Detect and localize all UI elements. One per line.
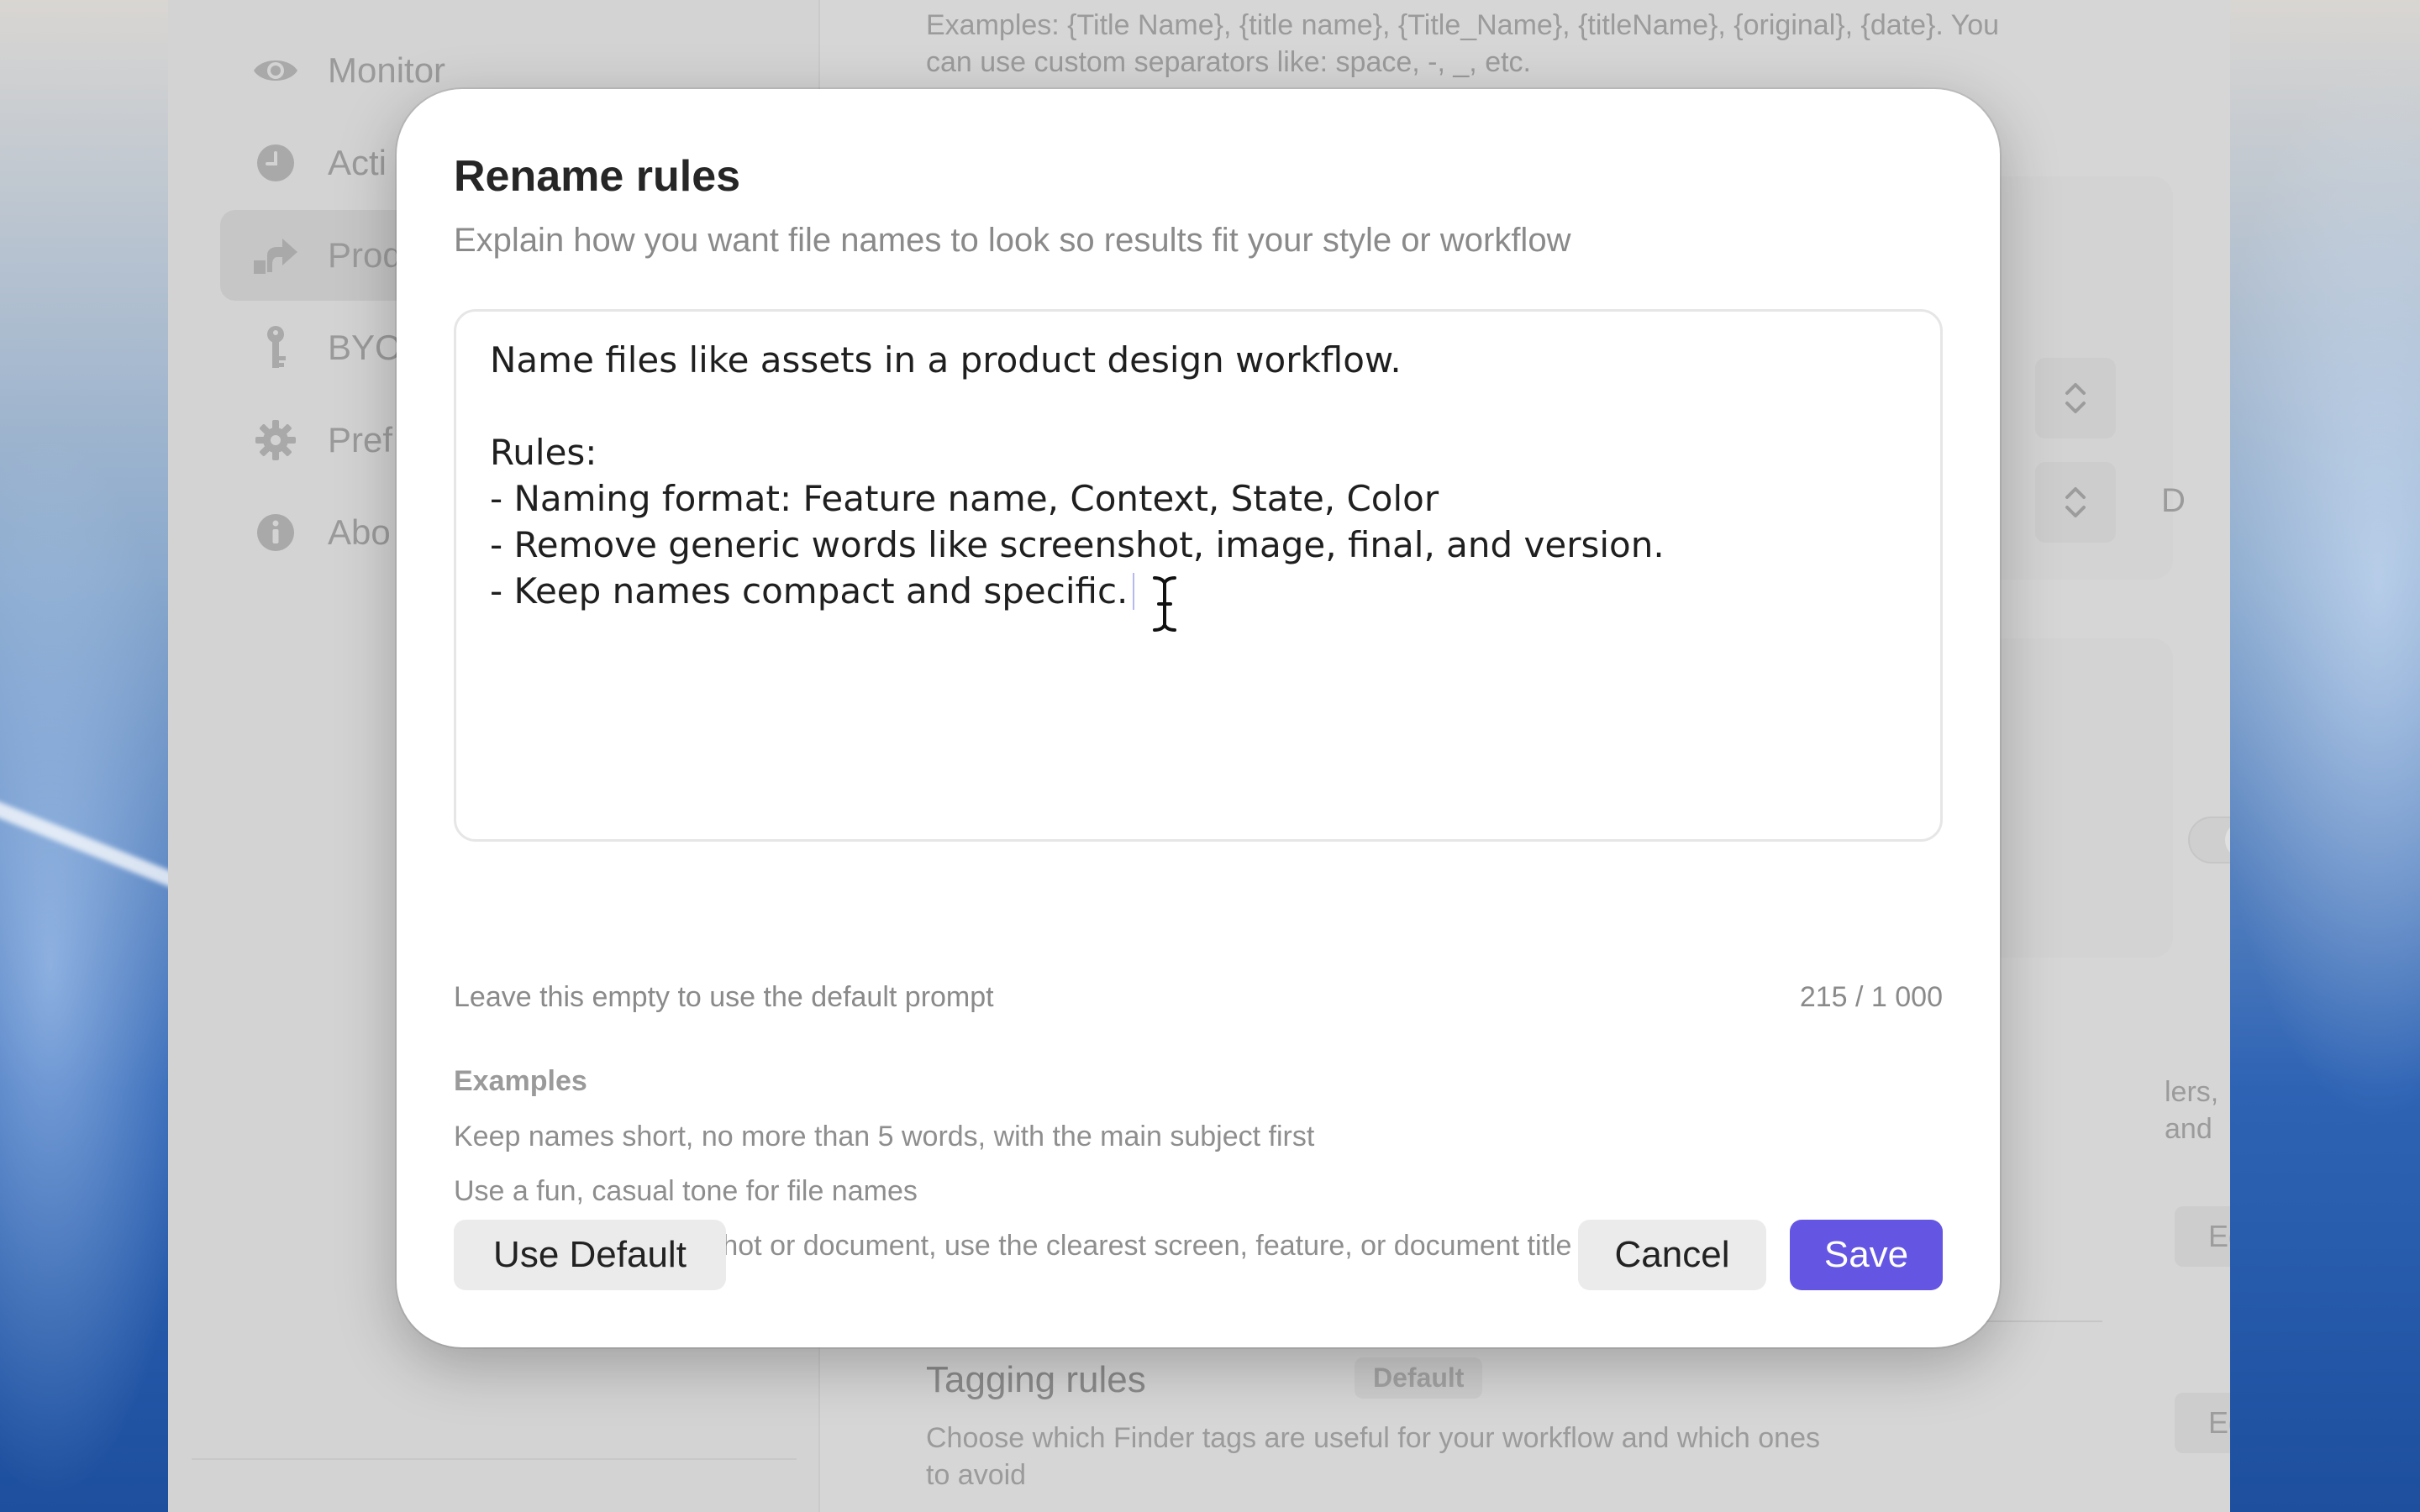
rules-text-editor[interactable]: Name files like assets in a product desi… bbox=[454, 309, 1943, 842]
setting-description-partial: lers, and bbox=[2165, 1076, 2219, 1145]
save-button[interactable]: Save bbox=[1790, 1220, 1943, 1290]
clock-icon bbox=[252, 139, 299, 186]
dialog-title: Rename rules bbox=[454, 152, 741, 201]
rename-rules-edit-button[interactable]: Edit bbox=[2175, 1206, 2230, 1267]
sidebar-item-label: Pref bbox=[328, 420, 393, 459]
use-default-button[interactable]: Use Default bbox=[454, 1220, 726, 1290]
helper-text: Leave this empty to use the default prom… bbox=[454, 981, 994, 1013]
chevron-updown-icon bbox=[2065, 383, 2086, 413]
share-arrow-icon bbox=[252, 232, 299, 279]
rename-rules-dialog: Rename rules Explain how you want file n… bbox=[397, 89, 2000, 1347]
cancel-button[interactable]: Cancel bbox=[1578, 1220, 1766, 1290]
chevron-updown-icon bbox=[2065, 487, 2086, 517]
ibeam-cursor-icon bbox=[1150, 575, 1179, 633]
example-item[interactable]: Use a fun, casual tone for file names bbox=[454, 1175, 918, 1208]
sidebar-item-label: Abo bbox=[328, 512, 391, 552]
sidebar-item-label: Acti bbox=[328, 143, 387, 182]
sidebar-item-label: Monitor bbox=[328, 50, 446, 90]
gear-icon bbox=[252, 417, 299, 464]
dialog-subtitle: Explain how you want file names to look … bbox=[454, 222, 1571, 259]
toggle-knob bbox=[2225, 822, 2230, 858]
rules-text: Name files like assets in a product desi… bbox=[490, 339, 1665, 612]
tagging-rules-edit-button[interactable]: Edit bbox=[2175, 1393, 2230, 1453]
examples-heading: Examples bbox=[454, 1065, 587, 1097]
stepper-value: D bbox=[2161, 482, 2186, 519]
character-count: 215 / 1 000 bbox=[1799, 981, 1943, 1013]
tagging-rules-description: Choose which Finder tags are useful for … bbox=[926, 1422, 1820, 1491]
sidebar-item-label: Prod bbox=[328, 235, 402, 275]
date-stepper[interactable] bbox=[2035, 462, 2116, 543]
eye-icon bbox=[252, 47, 299, 94]
default-badge: Default bbox=[1355, 1357, 1483, 1399]
text-caret bbox=[1133, 573, 1135, 610]
format-description: Examples: {Title Name}, {title name}, {T… bbox=[926, 9, 2000, 78]
setting-toggle[interactable] bbox=[2188, 816, 2230, 864]
sidebar-item-label: BYO bbox=[328, 328, 402, 367]
tagging-rules-title: Tagging rules bbox=[926, 1359, 1146, 1400]
info-icon bbox=[252, 509, 299, 556]
format-stepper[interactable] bbox=[2035, 358, 2116, 438]
sidebar-divider bbox=[192, 1458, 797, 1460]
example-item[interactable]: Keep names short, no more than 5 words, … bbox=[454, 1121, 1314, 1153]
key-icon bbox=[252, 324, 299, 371]
